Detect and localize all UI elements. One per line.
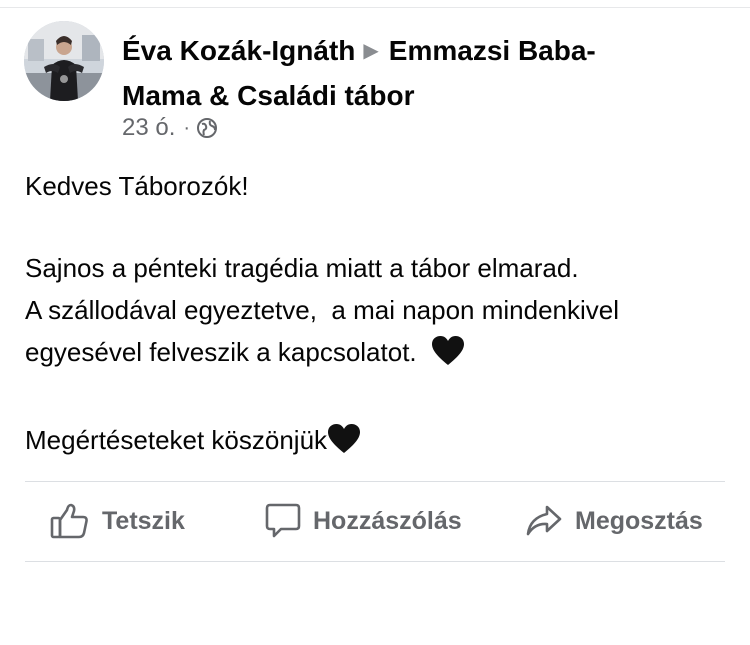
like-button[interactable]: Tetszik <box>50 482 185 560</box>
group-name-line2[interactable]: Mama & Családi tábor <box>122 80 415 111</box>
globe-icon[interactable] <box>196 117 218 139</box>
share-label: Megosztás <box>575 506 703 535</box>
post-closing-text: Megértéseteket köszönjük <box>25 425 328 455</box>
post-actions-bar: Tetszik Hozzászólás Megosztás <box>0 482 750 560</box>
post-text-line: egyesével felveszik a kapcsolatot. <box>25 331 735 379</box>
black-heart-icon <box>327 423 361 467</box>
black-heart-icon <box>431 335 465 379</box>
share-arrow-icon <box>525 503 563 539</box>
like-label: Tetszik <box>102 506 185 535</box>
post-header: Éva Kozák-Ignáth ▶ Emmazsi Baba- Mama & Csa… <box>122 30 682 117</box>
share-button[interactable]: Megosztás <box>525 482 703 560</box>
thumbs-up-icon <box>50 502 90 540</box>
top-divider <box>0 7 750 8</box>
author-name[interactable]: Éva Kozák-Ignáth <box>122 35 355 66</box>
post-body: Kedves Táborozók! Sajnos a pénteki tragé… <box>25 165 735 467</box>
post-text-line: A szállodával egyeztetve, a mai napon mi… <box>25 295 620 325</box>
actions-bottom-divider <box>25 561 725 562</box>
meta-separator: · <box>183 116 191 139</box>
comment-label: Hozzászólás <box>313 506 462 535</box>
separator-arrow: ▶ <box>363 40 379 62</box>
post-text-line: Sajnos a pénteki tragédia miatt a tábor … <box>25 253 579 283</box>
post-greeting: Kedves Táborozók! <box>25 171 249 201</box>
post-meta: 23 ó. · <box>122 113 218 143</box>
comment-bubble-icon <box>265 502 301 540</box>
facebook-post: Éva Kozák-Ignáth ▶ Emmazsi Baba- Mama & Csa… <box>0 0 750 645</box>
post-closing: Megértéseteket köszönjük <box>25 419 735 467</box>
avatar[interactable] <box>24 21 104 101</box>
comment-button[interactable]: Hozzászólás <box>265 482 462 560</box>
group-name-line1[interactable]: Emmazsi Baba- <box>389 35 596 66</box>
post-timestamp[interactable]: 23 ó. <box>122 114 175 142</box>
post-text-segment: egyesével felveszik a kapcsolatot. <box>25 337 432 367</box>
